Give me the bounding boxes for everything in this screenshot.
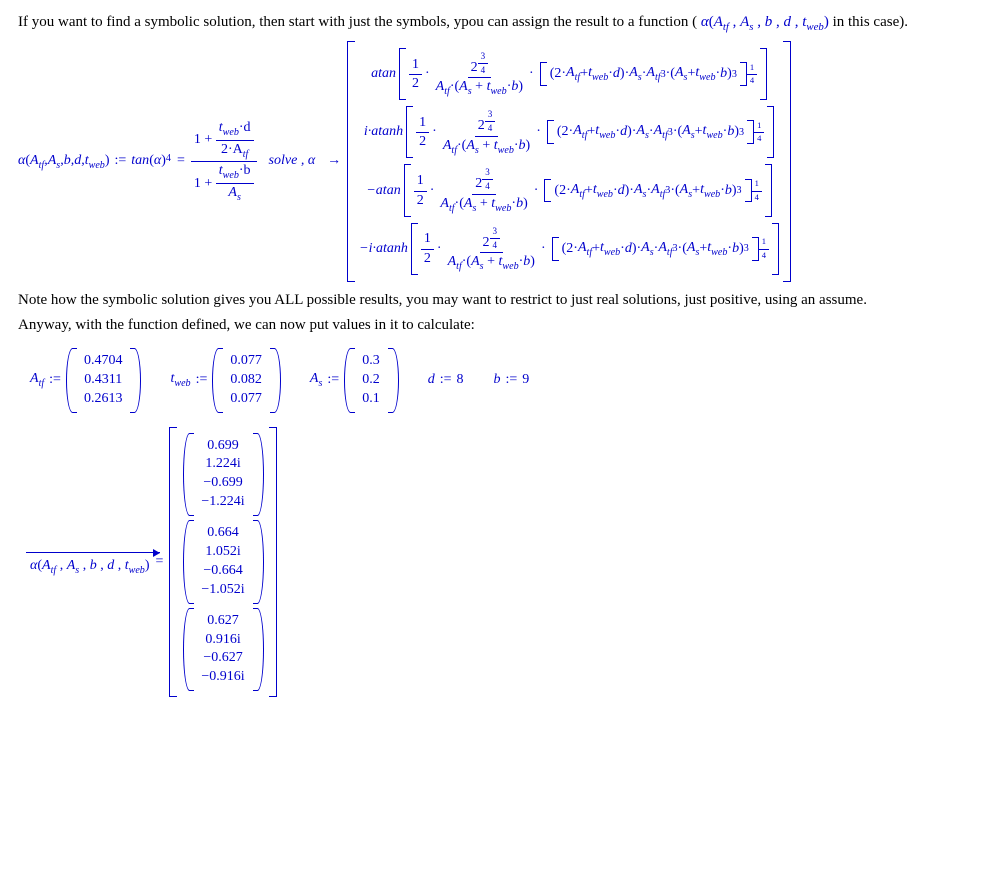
vector-entry: 0.1: [362, 390, 380, 409]
value-definitions: Atf:= 0.47040.43110.2613 tweb:= 0.0770.0…: [30, 348, 988, 413]
vector-entry: 0.077: [230, 390, 262, 409]
vector-entry: 0.2613: [84, 390, 123, 409]
vector-entry: 0.2: [362, 371, 380, 390]
intro-text-b: in this case).: [833, 14, 908, 30]
symbolic-definition: α(Atf , As , b , d , tweb) := tan(α)4 = …: [18, 41, 988, 282]
result-entry: −1.224i: [201, 493, 244, 512]
solution-row: i·atanh12·234Atf·(As + tweb·b)·(2·Atf + …: [364, 106, 774, 158]
solutions-outer-bracket: atan12·234Atf·(As + tweb·b)·(2·Atf + twe…: [347, 41, 791, 282]
result-entry: −0.627: [203, 649, 242, 668]
calc-paragraph: Anyway, with the function defined, we ca…: [18, 317, 988, 334]
solution-row: −atan12·234Atf·(As + tweb·b)·(2·Atf + tw…: [366, 164, 772, 216]
result-entry: 1.052i: [205, 543, 240, 562]
tan-alpha-4: tan(α)4: [131, 153, 171, 169]
vector-entry: 0.4704: [84, 352, 123, 371]
vectorize-arrow: α(Atf , As , b , d , tweb): [30, 548, 150, 576]
result-entry: 1.224i: [205, 455, 240, 474]
b-def: b:=9: [493, 372, 529, 388]
result-entry: 0.627: [207, 612, 239, 631]
result-group: 0.6991.224i−0.699−1.224i: [183, 433, 262, 517]
assign-op: :=: [110, 153, 132, 169]
result-entry: 0.699: [207, 437, 239, 456]
lhs-func: α(Atf , As , b , d , tweb): [18, 153, 110, 171]
result-outer-bracket: 0.6991.224i−0.699−1.224i0.6641.052i−0.66…: [169, 427, 276, 698]
solution-row: atan12·234Atf·(As + tweb·b)·(2·Atf + twe…: [371, 48, 767, 100]
numeric-result: α(Atf , As , b , d , tweb) = 0.6991.224i…: [30, 427, 988, 698]
As-def: As:= 0.30.20.1: [310, 348, 398, 413]
result-entry: 0.664: [207, 524, 239, 543]
vector-entry: 0.082: [230, 371, 262, 390]
main-fraction: 1 + tweb·d 2·Atf 1 + tweb·b As: [191, 120, 257, 204]
result-entry: 0.916i: [205, 631, 240, 650]
result-entry: −0.699: [203, 474, 242, 493]
d-def: d:=8: [428, 372, 464, 388]
equals-op: =: [171, 153, 191, 169]
result-group: 0.6270.916i−0.627−0.916i: [183, 608, 262, 692]
solve-keyword: solve , α: [263, 153, 322, 169]
vector-entry: 0.077: [230, 352, 262, 371]
tweb-def: tweb:= 0.0770.0820.077: [170, 348, 279, 413]
intro-paragraph: If you want to find a symbolic solution,…: [18, 14, 988, 33]
result-group: 0.6641.052i−0.664−1.052i: [183, 520, 262, 604]
intro-text-a: If you want to find a symbolic solution,…: [18, 14, 701, 30]
result-entry: −1.052i: [201, 581, 244, 600]
result-entry: −0.916i: [201, 668, 244, 687]
vector-entry: 0.3: [362, 352, 380, 371]
Atf-def: Atf:= 0.47040.43110.2613: [30, 348, 140, 413]
solution-row: −i·atanh12·234Atf·(As + tweb·b)·(2·Atf +…: [359, 223, 779, 275]
note-paragraph: Note how the symbolic solution gives you…: [18, 292, 988, 309]
vector-entry: 0.4311: [84, 371, 122, 390]
arrow-op: →: [321, 153, 347, 169]
result-entry: −0.664: [203, 562, 242, 581]
